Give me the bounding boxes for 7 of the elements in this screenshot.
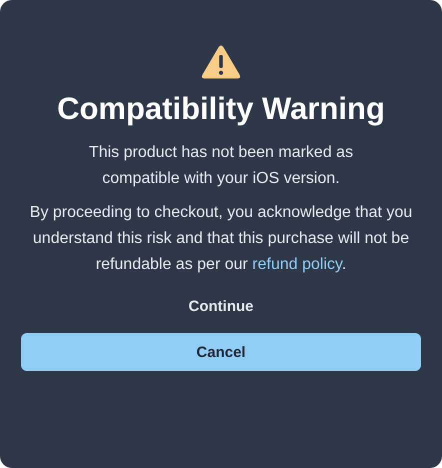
- cancel-button[interactable]: Cancel: [21, 333, 421, 371]
- warning-message: This product has not been marked as compatible with your iOS version.: [88, 143, 354, 189]
- continue-button[interactable]: Continue: [180, 294, 262, 319]
- warning-icon: [201, 44, 241, 80]
- refund-notice: By proceeding to checkout, you acknowledge that you understand this risk and that this purchase will not be refundable as per our refund policy.: [28, 203, 414, 275]
- dialog-title: Compatibility Warning: [57, 90, 385, 128]
- refund-policy-link[interactable]: refund policy: [252, 256, 342, 273]
